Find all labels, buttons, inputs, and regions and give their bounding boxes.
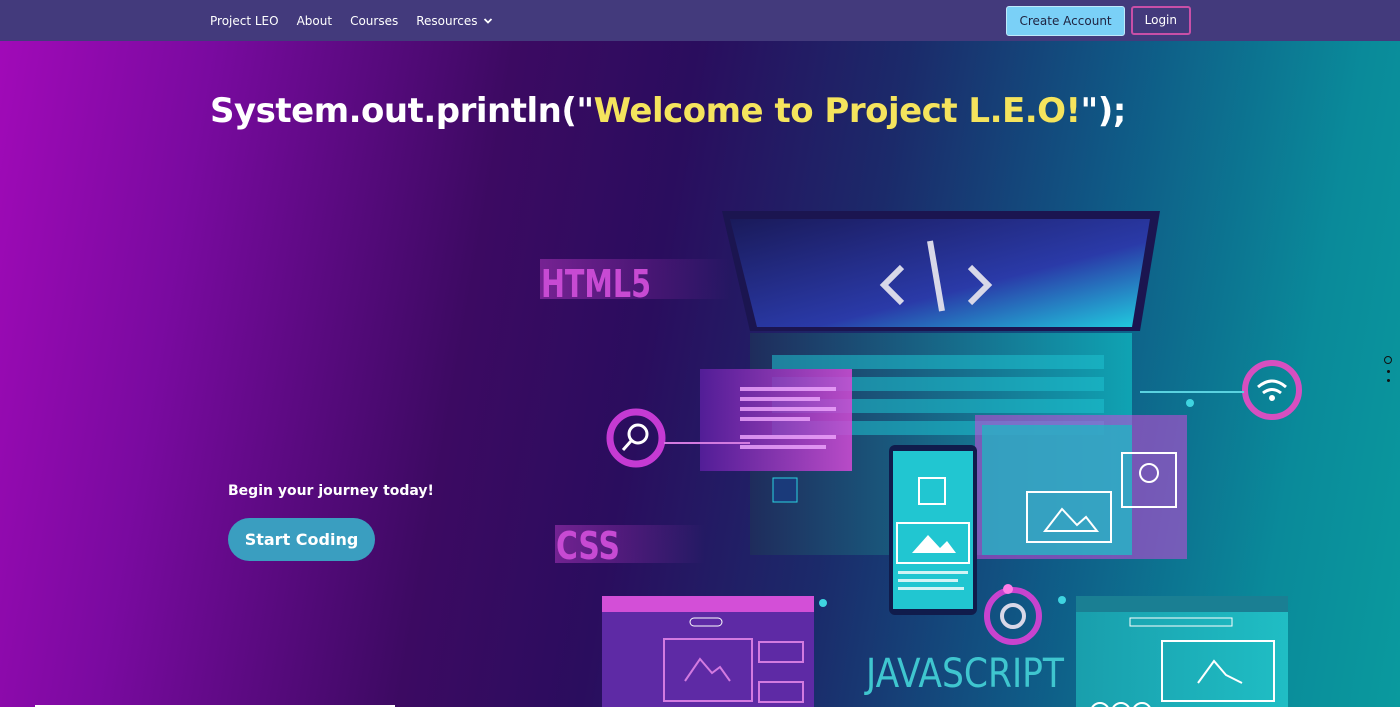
- hero-title-suffix: ");: [1080, 91, 1127, 131]
- carousel-dot-2[interactable]: [1386, 370, 1390, 373]
- coding-illustration: HTML5 CSS JAVASCRIPT: [540, 211, 1302, 707]
- start-coding-button[interactable]: Start Coding: [228, 518, 375, 561]
- carousel-indicators: [1384, 356, 1392, 388]
- hero-tagline: Begin your journey today!: [228, 483, 434, 499]
- nav-link-courses[interactable]: Courses: [350, 14, 398, 28]
- top-navbar: Project LEO About Courses Resources Crea…: [0, 0, 1400, 41]
- chevron-down-icon: [483, 17, 492, 24]
- hero-title: System.out.println("Welcome to Project L…: [210, 91, 1126, 131]
- login-button[interactable]: Login: [1130, 6, 1191, 35]
- nav-link-resources-dropdown[interactable]: Resources: [416, 14, 492, 28]
- carousel-dot-1[interactable]: [1384, 356, 1392, 364]
- hero-title-highlight: Welcome to Project L.E.O!: [593, 91, 1081, 131]
- nav-link-resources-label: Resources: [416, 13, 478, 28]
- hero-title-prefix: System.out.println(": [210, 91, 594, 131]
- css-art-label: CSS: [556, 524, 620, 568]
- carousel-dot-3[interactable]: [1386, 379, 1390, 382]
- nav-actions: Create Account Login: [1006, 6, 1191, 36]
- html5-art-label: HTML5: [541, 262, 651, 306]
- create-account-button[interactable]: Create Account: [1006, 6, 1125, 36]
- nav-link-about[interactable]: About: [297, 14, 332, 28]
- hero-banner: System.out.println("Welcome to Project L…: [0, 41, 1400, 707]
- javascript-art-label: JAVASCRIPT: [863, 651, 1064, 697]
- nav-link-project-leo[interactable]: Project LEO: [210, 14, 279, 28]
- nav-links: Project LEO About Courses Resources: [210, 0, 493, 41]
